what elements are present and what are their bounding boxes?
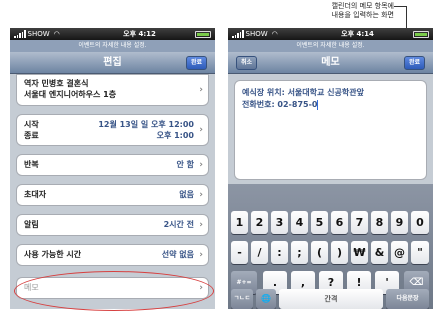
availability-cell[interactable]: 사용 가능한 시간 선약 없음 › xyxy=(16,244,209,266)
chevron-right-icon: › xyxy=(199,160,203,170)
invitees-cell[interactable]: 초대자 없음 › xyxy=(16,184,209,206)
key-hangul[interactable]: ㄱㄴㄷ xyxy=(231,289,253,309)
status-bar: SHOW ◠ 오후 4:12 xyxy=(10,28,215,40)
globe-icon[interactable]: 🌐 xyxy=(256,289,276,309)
status-bar: SHOW ◠ 오후 4:14 xyxy=(228,28,433,40)
start-end-cell[interactable]: 시작 종료 12월 13일 일 오후 12:00 오후 1:00 › xyxy=(16,114,209,146)
key-5[interactable]: 5 xyxy=(311,211,328,234)
repeat-cell[interactable]: 반복 안 함 › xyxy=(16,154,209,176)
signal-icon xyxy=(14,30,26,38)
chevron-right-icon: › xyxy=(199,220,203,230)
done-button[interactable]: 완료 xyxy=(185,56,207,70)
start-value: 12월 13일 일 오후 12:00 xyxy=(98,120,194,129)
wifi-icon: ◠ xyxy=(271,30,278,38)
key-ampersand[interactable]: & xyxy=(371,241,388,264)
keyboard: 1 2 3 4 5 6 7 8 9 0 - / : ; ( ) ₩ & @ " … xyxy=(228,184,433,309)
key-7[interactable]: 7 xyxy=(351,211,368,234)
text-cursor xyxy=(317,99,319,110)
key-semicolon[interactable]: ; xyxy=(291,241,308,264)
key-colon[interactable]: : xyxy=(271,241,288,264)
location-cell[interactable]: 역자 민병호 결혼식 서울대 엔지니어하우스 1층 › xyxy=(16,74,209,106)
signal-icon xyxy=(232,30,244,38)
key-8[interactable]: 8 xyxy=(371,211,388,234)
invitees-label: 초대자 xyxy=(24,190,47,199)
clock: 오후 4:14 xyxy=(341,30,374,38)
key-0[interactable]: 0 xyxy=(411,211,429,234)
key-9[interactable]: 9 xyxy=(391,211,408,234)
chevron-right-icon: › xyxy=(199,190,203,200)
highlight-ellipse xyxy=(14,271,214,311)
key-close-paren[interactable]: ) xyxy=(331,241,348,264)
availability-label: 사용 가능한 시간 xyxy=(24,250,82,259)
availability-value: 선약 없음 xyxy=(161,250,194,259)
alert-cell[interactable]: 알림 2시간 전 › xyxy=(16,214,209,236)
nav-title: 메모 xyxy=(321,57,340,68)
key-won[interactable]: ₩ xyxy=(351,241,368,264)
key-2[interactable]: 2 xyxy=(251,211,268,234)
memo-screen: SHOW ◠ 오후 4:14 이벤트의 자세한 내용 설정. 취소 메모 완료 … xyxy=(228,28,433,309)
key-1[interactable]: 1 xyxy=(231,211,248,234)
start-label: 시작 xyxy=(24,120,39,129)
callout-connector xyxy=(394,6,406,7)
key-at[interactable]: @ xyxy=(391,241,408,264)
cancel-button[interactable]: 취소 xyxy=(236,56,258,70)
event-location: 서울대 엔지니어하우스 1층 xyxy=(24,90,117,99)
carrier-label: SHOW xyxy=(245,30,268,38)
next-sentence-key[interactable]: 다음문장 xyxy=(386,289,429,309)
chevron-right-icon: › xyxy=(199,125,203,135)
key-6[interactable]: 6 xyxy=(331,211,348,234)
battery-icon xyxy=(413,30,429,38)
alert-value: 2시간 전 xyxy=(163,220,194,229)
edit-event-screen: SHOW ◠ 오후 4:12 이벤트의 자세한 내용 설정. 편집 완료 역자 … xyxy=(10,28,215,309)
memo-text-area[interactable]: 예식장 위치: 서울대학교 신공학관앞 전화번호: 02-875-0 xyxy=(234,80,427,180)
done-button[interactable]: 완료 xyxy=(403,56,425,70)
key-4[interactable]: 4 xyxy=(291,211,308,234)
nav-bar: 취소 메모 완료 xyxy=(228,52,433,74)
prompt-bar: 이벤트의 자세한 내용 설정. xyxy=(10,40,215,52)
callout-line-2: 내용을 입력하는 화면 xyxy=(331,11,394,19)
key-hyphen[interactable]: - xyxy=(231,241,248,264)
repeat-label: 반복 xyxy=(24,160,39,169)
key-slash[interactable]: / xyxy=(251,241,268,264)
end-label: 종료 xyxy=(24,131,39,140)
space-key[interactable]: 간격 xyxy=(279,289,383,309)
end-value: 오후 1:00 xyxy=(156,131,194,140)
chevron-right-icon: › xyxy=(199,85,203,95)
callout-line-1: 캘린더의 메모 항목에 xyxy=(331,2,394,10)
invitees-value: 없음 xyxy=(179,190,194,199)
key-quote[interactable]: " xyxy=(411,241,429,264)
callout-text: 캘린더의 메모 항목에 내용을 입력하는 화면 xyxy=(282,2,394,20)
prompt-bar: 이벤트의 자세한 내용 설정. xyxy=(228,40,433,52)
repeat-value: 안 함 xyxy=(176,160,194,169)
chevron-right-icon: › xyxy=(199,250,203,260)
wifi-icon: ◠ xyxy=(53,30,60,38)
nav-title: 편집 xyxy=(103,57,122,68)
nav-bar: 편집 완료 xyxy=(10,52,215,74)
battery-icon xyxy=(195,30,211,38)
memo-line-2: 전화번호: 02-875-0 xyxy=(242,100,318,109)
clock: 오후 4:12 xyxy=(123,30,156,38)
alert-label: 알림 xyxy=(24,220,39,229)
key-3[interactable]: 3 xyxy=(271,211,288,234)
memo-line-1: 예식장 위치: 서울대학교 신공학관앞 xyxy=(242,88,364,97)
carrier-label: SHOW xyxy=(27,30,50,38)
event-title: 역자 민병호 결혼식 xyxy=(24,79,89,88)
key-open-paren[interactable]: ( xyxy=(311,241,328,264)
